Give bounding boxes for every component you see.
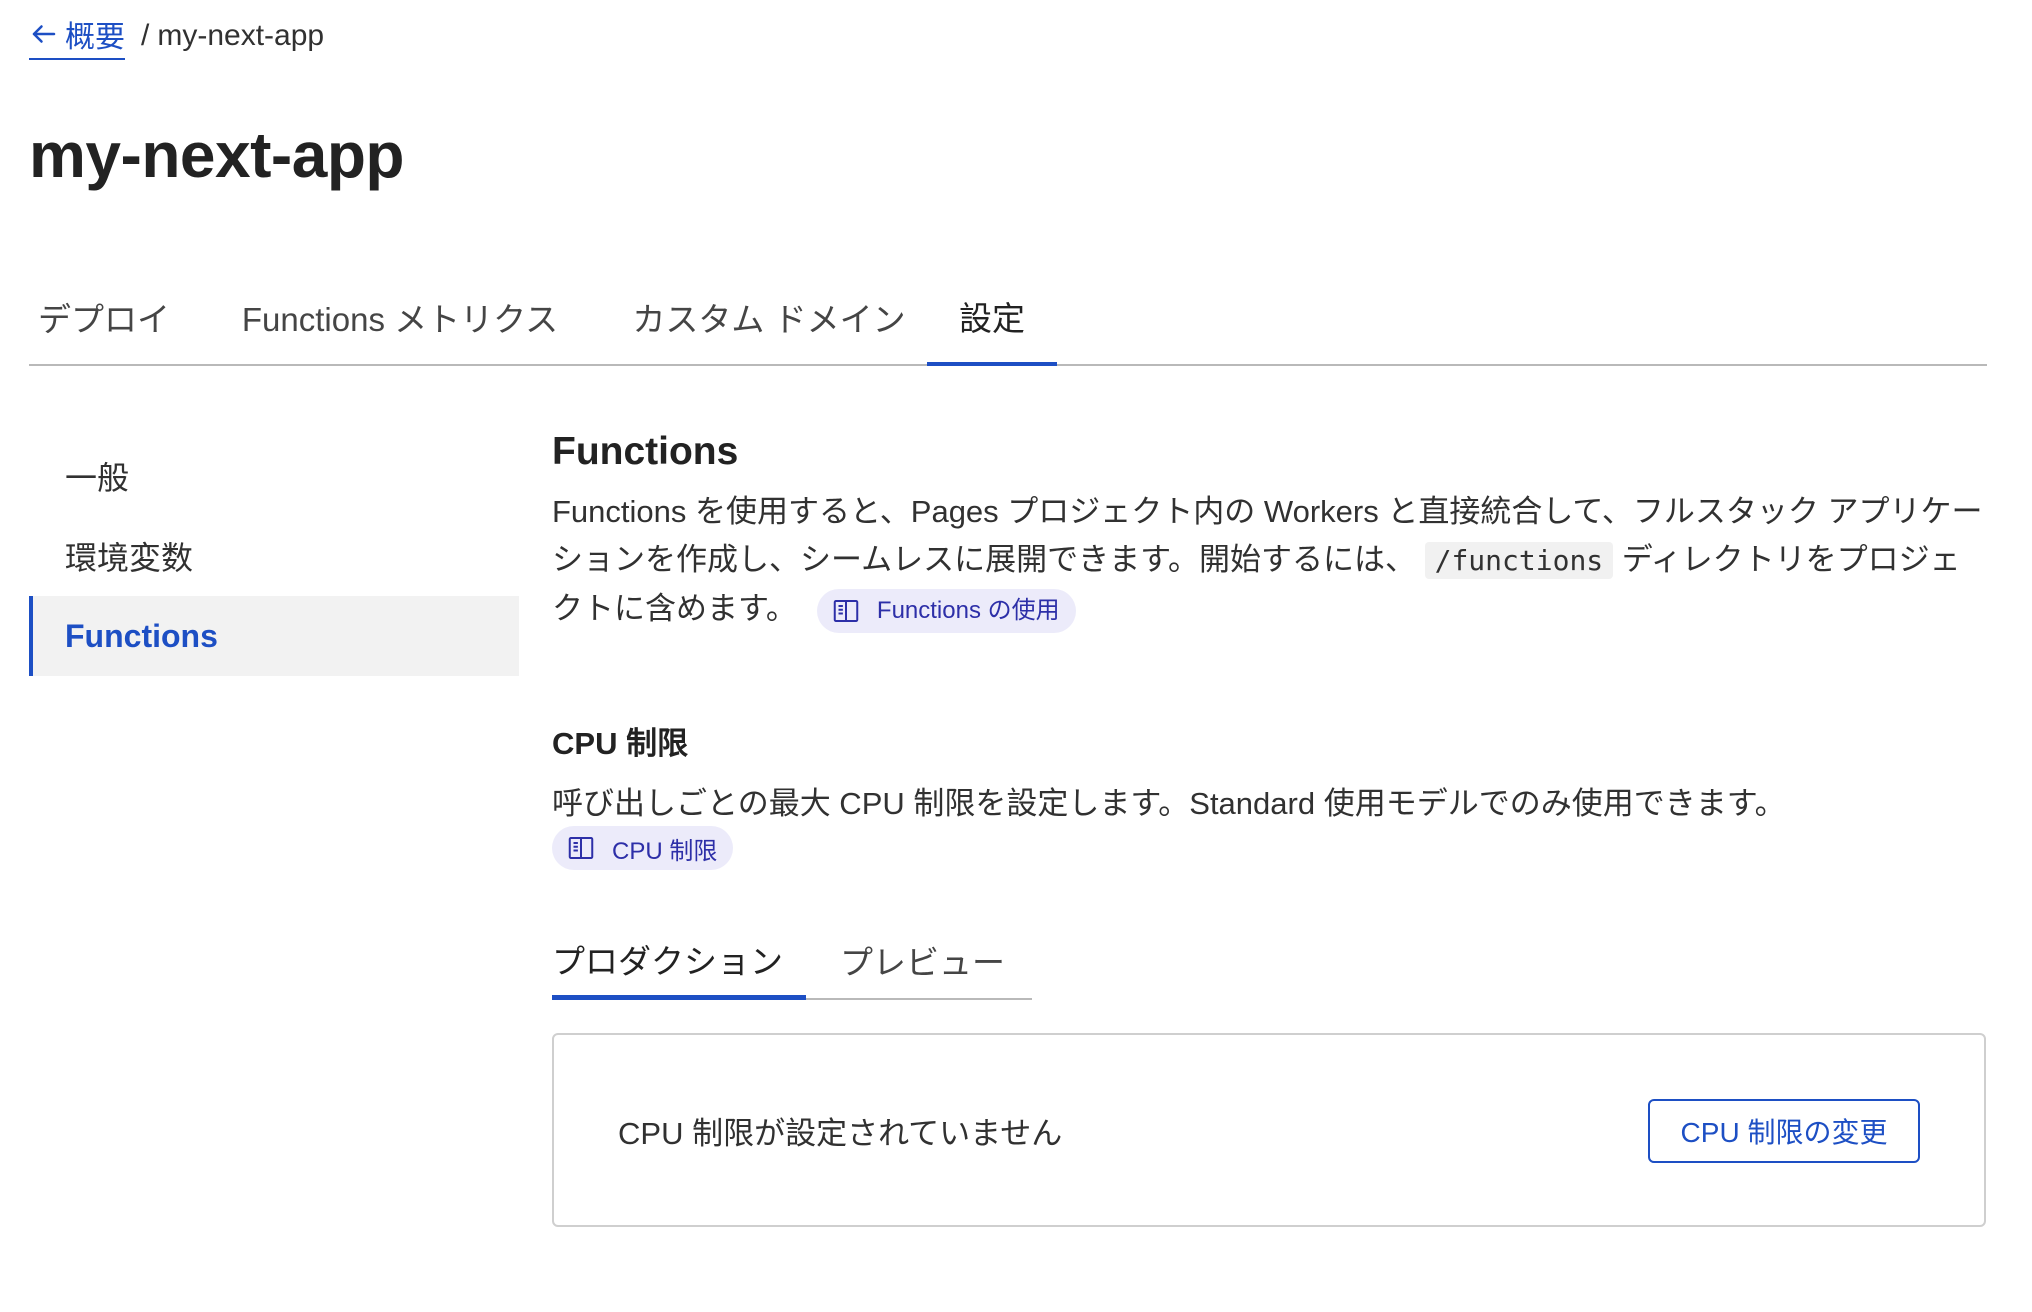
sidebar-item-env-vars[interactable]: 環境変数	[29, 516, 519, 596]
settings-sidebar: 一般 環境変数 Functions	[29, 436, 519, 676]
functions-dir-code: /functions	[1424, 542, 1614, 579]
breadcrumb-back-link[interactable]: 概要	[29, 12, 125, 60]
page-title: my-next-app	[29, 119, 405, 191]
functions-description: Functions を使用すると、Pages プロジェクト内の Workers …	[552, 488, 1988, 633]
functions-doc-link-label: Functions の使用	[876, 596, 1060, 624]
sidebar-item-general[interactable]: 一般	[29, 436, 519, 516]
breadcrumb-separator: /	[141, 19, 150, 52]
tab-production[interactable]: プロダクション	[552, 922, 806, 1000]
tab-settings[interactable]: 設定	[927, 270, 1057, 366]
breadcrumb-current: my-next-app	[157, 19, 325, 52]
cpu-limit-heading: CPU 制限	[552, 726, 689, 761]
cpu-doc-link-label: CPU 制限	[612, 837, 718, 865]
breadcrumb: 概要 / my-next-app	[29, 16, 325, 60]
book-icon	[568, 837, 594, 859]
cpu-limit-status: CPU 制限が設定されていません	[618, 1115, 1063, 1151]
sidebar-item-functions[interactable]: Functions	[29, 596, 519, 676]
arrow-left-icon	[32, 25, 56, 43]
book-icon	[833, 599, 859, 622]
cpu-limit-description: 呼び出しごとの最大 CPU 制限を設定します。Standard 使用モデルでのみ…	[552, 786, 1786, 821]
functions-heading: Functions	[552, 430, 739, 473]
cpu-limit-doc-link[interactable]: CPU 制限	[552, 826, 734, 870]
tab-custom-domains[interactable]: カスタム ドメイン	[629, 270, 909, 364]
functions-doc-link[interactable]: Functions の使用	[816, 588, 1076, 633]
cpu-limit-panel: CPU 制限が設定されていません CPU 制限の変更	[552, 1033, 1986, 1227]
project-tabs: デプロイ Functions メトリクス カスタム ドメイン 設定	[29, 270, 1987, 366]
tab-functions-metrics[interactable]: Functions メトリクス	[235, 270, 565, 364]
change-cpu-limit-button[interactable]: CPU 制限の変更	[1648, 1099, 1920, 1163]
functions-settings: Functions Functions を使用すると、Pages プロジェクト内…	[552, 430, 1988, 1227]
breadcrumb-back-label: 概要	[65, 21, 125, 54]
tab-deployments[interactable]: デプロイ	[29, 270, 179, 364]
tab-preview[interactable]: プレビュー	[840, 922, 1010, 998]
environment-tabs: プロダクション プレビュー	[552, 922, 1032, 1000]
